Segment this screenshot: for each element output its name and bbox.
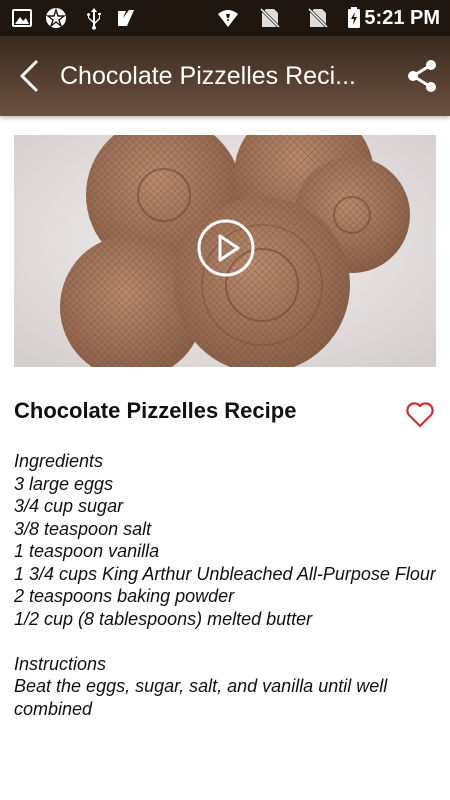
sim-off-icon <box>259 7 281 29</box>
app-bar: Chocolate Pizzelles Reci... <box>0 36 450 116</box>
heart-icon[interactable] <box>404 398 436 430</box>
share-icon[interactable] <box>404 58 440 94</box>
status-bar: 5:21 PM <box>0 0 450 36</box>
recipe-content: Ingredients 3 large eggs 3/4 cup sugar 3… <box>14 451 436 719</box>
recipe-video-thumbnail[interactable] <box>14 135 436 367</box>
recipe-title: Chocolate Pizzelles Recipe <box>14 398 297 423</box>
download-check-icon <box>118 10 134 26</box>
sim-off-icon <box>307 7 329 29</box>
usb-icon <box>87 8 101 30</box>
image-icon <box>12 9 32 27</box>
status-time: 5:21 PM <box>364 7 440 29</box>
page-title: Chocolate Pizzelles Reci... <box>60 62 356 90</box>
app-icon <box>46 7 66 29</box>
back-icon[interactable] <box>12 56 48 96</box>
wifi-icon <box>218 10 238 27</box>
play-icon[interactable] <box>196 218 256 278</box>
battery-charging-icon <box>348 7 360 28</box>
